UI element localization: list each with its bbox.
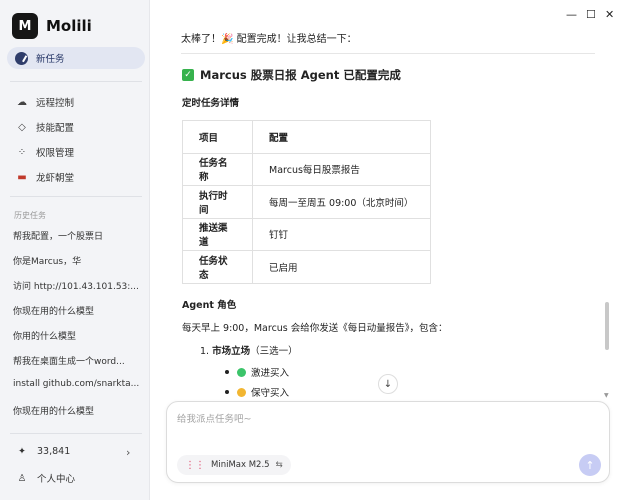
- composer[interactable]: 给我派点任务吧~ ⋮⋮ MiniMax M2.5 ⇆ ↑: [166, 401, 610, 483]
- cloud-icon: ☁: [17, 96, 27, 108]
- profile-button[interactable]: ♙ 个人中心: [16, 471, 76, 486]
- sidebar-item-label: 远程控制: [36, 98, 75, 109]
- history-item[interactable]: 你是Marcus，华: [13, 254, 141, 267]
- new-task-button[interactable]: 新任务: [7, 47, 145, 69]
- bullet-item: 保守买入: [225, 385, 289, 399]
- history-item[interactable]: 访问 http://101.43.101.53:...: [13, 279, 141, 292]
- divider: [10, 81, 142, 82]
- new-task-icon: [15, 51, 28, 65]
- history-item[interactable]: install github.com/snarkta...: [13, 379, 141, 389]
- heading-text: Marcus 股票日报 Agent 已配置完成: [200, 68, 401, 82]
- sidebar-item-label: 技能配置: [36, 123, 75, 134]
- profile-label: 个人中心: [37, 474, 76, 485]
- message-input[interactable]: 给我派点任务吧~: [177, 411, 251, 425]
- bullet-label: 保守买入: [251, 388, 290, 399]
- table-row: 执行时间 每周一至周五 09:00（北京时间）: [182, 185, 431, 219]
- table-cell-key: 任务状态: [182, 250, 253, 284]
- message-heading: ✓ Marcus 股票日报 Agent 已配置完成: [182, 67, 401, 83]
- history-item[interactable]: 你现在用的什么模型: [13, 304, 141, 317]
- table-cell-value: 钉钉: [252, 217, 431, 251]
- table-cell-value: 每周一至周五 09:00（北京时间）: [252, 185, 431, 219]
- skill-icon: ◇: [18, 121, 26, 133]
- table-row: 推送渠道 钉钉: [182, 217, 431, 251]
- arrow-up-icon: ↑: [585, 458, 595, 472]
- chat-area: 太棒了！🎉 配置完成！让我总结一下： ✓ Marcus 股票日报 Agent 已…: [151, 0, 625, 500]
- minimax-icon: ⋮⋮: [185, 459, 205, 471]
- history-item[interactable]: 帮我在桌面生成一个word...: [13, 354, 141, 367]
- history-item[interactable]: 你用的什么模型: [13, 329, 141, 342]
- list-item-suffix: （三选一）: [250, 346, 298, 357]
- permission-icon: ⁘: [17, 146, 27, 158]
- history-item[interactable]: 帮我配置，一个股票日: [13, 229, 141, 242]
- table-row: 任务状态 已启用: [182, 250, 431, 284]
- bullet-item: 激进买入: [225, 365, 289, 379]
- divider: [181, 53, 595, 54]
- table-cell-value: Marcus每日股票报告: [252, 152, 431, 186]
- app-name: Molili: [46, 17, 92, 35]
- sidebar-item-permissions[interactable]: ⁘ 权限管理: [16, 145, 75, 160]
- role-title: Agent 角色: [182, 300, 237, 311]
- divider: [10, 196, 142, 197]
- green-circle-icon: [237, 367, 246, 377]
- table-row: 任务名称 Marcus每日股票报告: [182, 152, 431, 186]
- message-intro: 太棒了！🎉 配置完成！让我总结一下：: [181, 34, 357, 45]
- history-title: 历史任务: [14, 211, 46, 220]
- sidebar: M Molili 新任务 ☁ 远程控制 ◇ 技能配置 ⁘ 权限管理 ▬ 龙虾朝堂…: [0, 0, 150, 500]
- sidebar-item-label: 权限管理: [36, 148, 75, 159]
- list-item: 1. 市场立场（三选一）: [200, 346, 298, 357]
- points-value: 33,841: [37, 446, 71, 457]
- list-item-title: 市场立场: [212, 346, 251, 357]
- table-cell-value: 已启用: [252, 250, 431, 284]
- bullet-dot: [225, 370, 229, 374]
- arrow-down-icon: ↓: [383, 378, 393, 390]
- yellow-circle-icon: [237, 387, 246, 397]
- chevron-right-icon[interactable]: ›: [126, 446, 130, 459]
- sidebar-item-label: 龙虾朝堂: [36, 173, 75, 184]
- lobster-icon: ▬: [17, 171, 27, 183]
- sparkle-icon: ✦: [18, 446, 26, 457]
- switch-icon: ⇆: [275, 460, 283, 470]
- send-button[interactable]: ↑: [579, 454, 601, 476]
- sidebar-item-lobster-court[interactable]: ▬ 龙虾朝堂: [16, 170, 75, 185]
- role-text: 每天早上 9:00，Marcus 会给你发送《每日动量报告》，包含：: [182, 323, 448, 334]
- table-header-cell: 项目: [182, 120, 253, 154]
- table-header-row: 项目 配置: [182, 120, 431, 154]
- user-icon: ♙: [17, 472, 27, 484]
- logo-icon: M: [12, 13, 38, 39]
- bullet-label: 激进买入: [251, 368, 290, 379]
- app-logo: M Molili: [12, 13, 92, 39]
- table-cell-key: 任务名称: [182, 152, 253, 186]
- scrollbar[interactable]: [605, 302, 609, 350]
- points-button[interactable]: ✦ 33,841: [16, 446, 70, 457]
- new-task-label: 新任务: [36, 54, 65, 65]
- table-header-cell: 配置: [252, 120, 431, 154]
- model-selector[interactable]: ⋮⋮ MiniMax M2.5 ⇆: [177, 455, 291, 475]
- sidebar-item-skills[interactable]: ◇ 技能配置: [16, 120, 75, 135]
- divider: [10, 433, 142, 434]
- model-name: MiniMax M2.5: [211, 460, 270, 470]
- scroll-down-button[interactable]: ↓: [378, 374, 398, 394]
- check-icon: ✓: [182, 69, 194, 81]
- sidebar-item-remote-control[interactable]: ☁ 远程控制: [16, 95, 75, 110]
- bullet-dot: [225, 390, 229, 394]
- task-table: 项目 配置 任务名称 Marcus每日股票报告 执行时间 每周一至周五 09:0…: [182, 120, 431, 284]
- subheading: 定时任务详情: [182, 98, 240, 109]
- table-cell-key: 执行时间: [182, 185, 253, 219]
- history-item[interactable]: 你现在用的什么模型: [13, 404, 141, 417]
- scroll-arrow-down-icon[interactable]: ▼: [604, 392, 609, 399]
- table-cell-key: 推送渠道: [182, 217, 253, 251]
